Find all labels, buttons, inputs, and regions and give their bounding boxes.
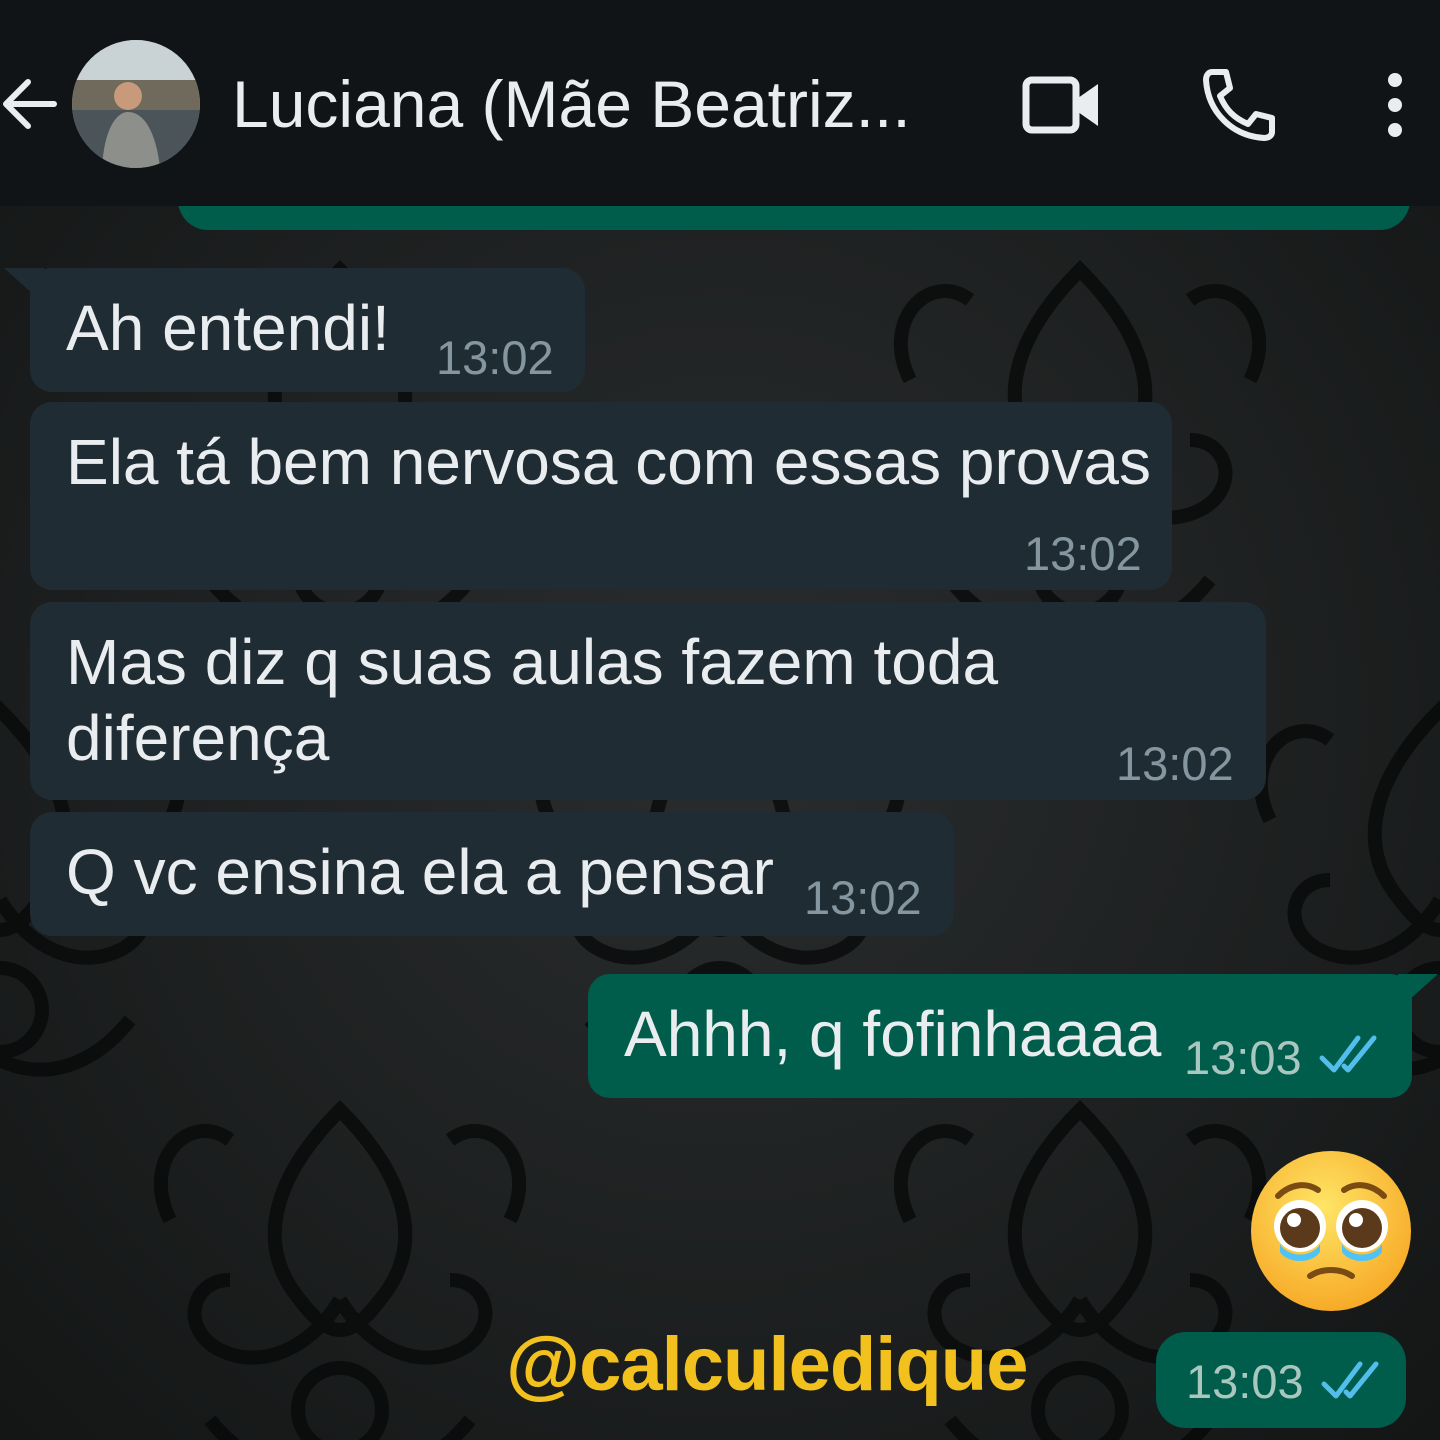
video-camera-icon[interactable] — [1020, 70, 1104, 140]
avatar[interactable] — [72, 40, 200, 168]
contact-name[interactable]: Luciana (Mãe Beatriz... — [232, 66, 962, 142]
incoming-message[interactable]: Ah entendi! 13:02 — [30, 268, 585, 392]
incoming-message[interactable]: Ela tá bem nervosa com essas provas 13:0… — [30, 402, 1172, 590]
incoming-message[interactable]: Q vc ensina ela a pensar 13:02 — [30, 812, 954, 936]
message-time: 13:02 — [804, 871, 922, 924]
message-time: 13:02 — [1024, 527, 1142, 580]
message-time: 13:03 — [1184, 1031, 1302, 1084]
outgoing-message[interactable]: Ahhh, q fofinhaaaa 13:03 — [588, 974, 1412, 1098]
chat-header: Luciana (Mãe Beatriz... — [0, 0, 1440, 206]
message-text: Ela tá bem nervosa com essas provas — [66, 426, 1151, 498]
back-arrow-icon[interactable] — [0, 68, 62, 140]
message-text: Ahhh, q fofinhaaaa — [624, 998, 1162, 1070]
message-time: 13:02 — [1116, 737, 1234, 790]
pleading-face-emoji — [1251, 1151, 1411, 1311]
incoming-message[interactable]: Mas diz q suas aulas fazem toda diferenç… — [30, 602, 1266, 800]
message-text: Q vc ensina ela a pensar — [66, 836, 774, 908]
message-time: 13:02 — [436, 331, 554, 384]
outgoing-message[interactable]: 13:03 — [1156, 1332, 1406, 1428]
message-text-line: diferença — [66, 702, 330, 774]
phone-icon[interactable] — [1198, 66, 1278, 144]
more-vertical-icon[interactable] — [1372, 70, 1418, 140]
read-ticks-icon — [1321, 1361, 1379, 1399]
message-text-line: Mas diz q suas aulas fazem toda — [66, 626, 999, 698]
message-text: Ah entendi! — [66, 292, 390, 364]
message-time: 13:03 — [1186, 1355, 1304, 1408]
read-ticks-icon — [1319, 1035, 1377, 1073]
watermark-text: @calculedique — [506, 1322, 1028, 1407]
